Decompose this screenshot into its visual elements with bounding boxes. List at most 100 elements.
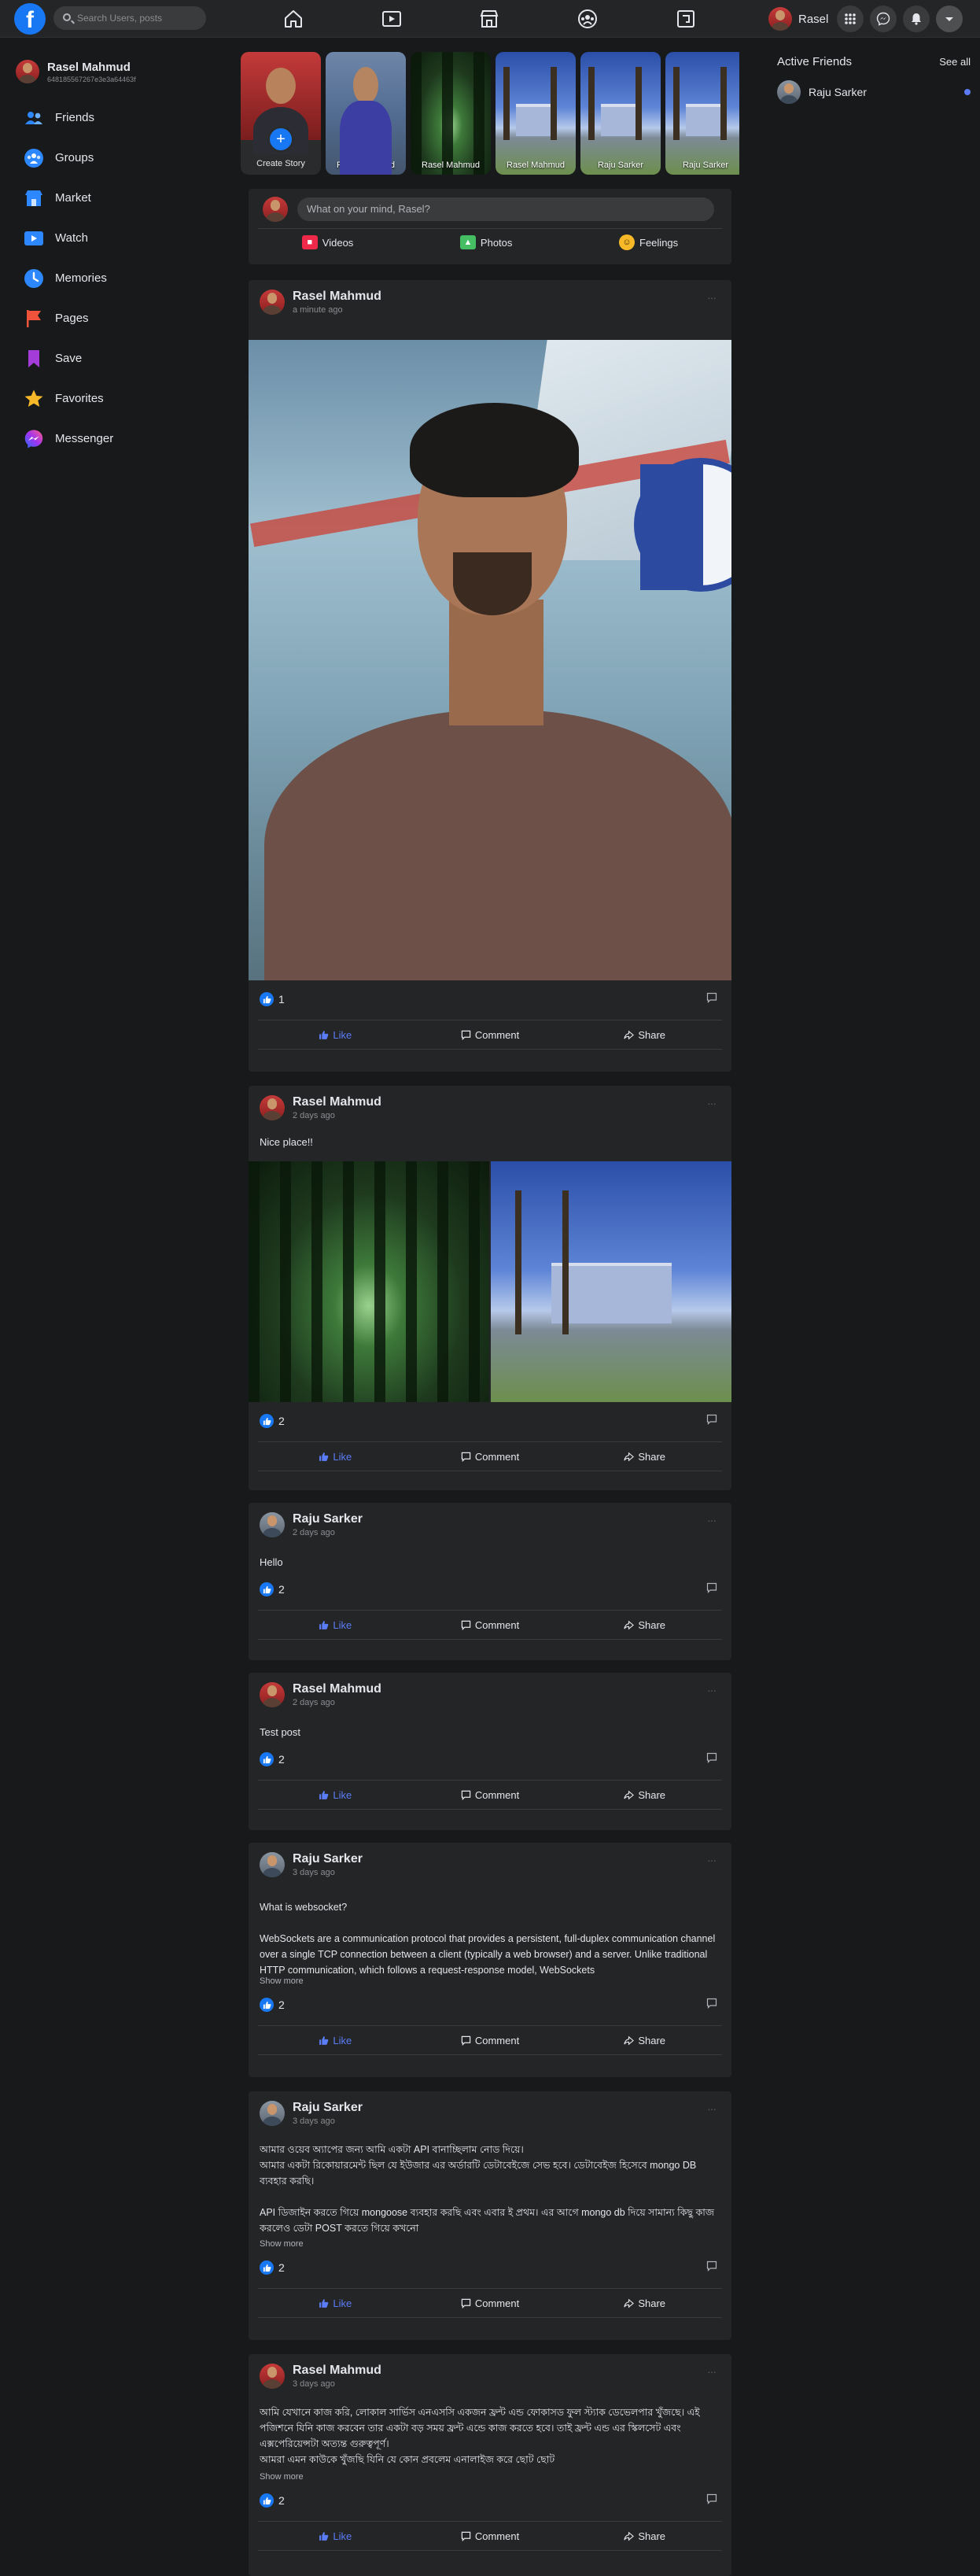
comment-count-icon[interactable] [706,2493,717,2508]
like-button[interactable]: Like [258,1781,413,1809]
avatar[interactable] [260,290,285,315]
feelings-button[interactable]: ☺ Feelings [619,234,678,250]
like-reaction-icon [260,1752,274,1766]
comment-count-icon[interactable] [706,992,717,1007]
photos-button[interactable]: ▲ Photos [459,234,512,250]
share-button[interactable]: Share [567,1442,722,1471]
post-author[interactable]: Raju Sarker [293,2101,363,2115]
see-all-link[interactable]: See all [939,56,971,68]
user-chip[interactable]: Rasel [768,6,828,32]
sidebar-item-save[interactable]: Save [16,338,220,378]
story-card[interactable]: Rasel Mahmud [326,52,406,175]
menu-grid-button[interactable] [837,6,864,32]
comment-button[interactable]: Comment [413,2289,568,2317]
sidebar-profile[interactable]: Rasel Mahmud 648185567267e3e3a64463f [16,60,220,83]
more-options-icon[interactable]: ··· [707,291,717,304]
comment-count-icon[interactable] [706,1414,717,1429]
sidebar-item-messenger[interactable]: Messenger [16,419,220,459]
more-options-icon[interactable]: ··· [707,1854,717,1866]
sidebar-item-groups[interactable]: Groups [16,138,220,178]
like-button[interactable]: Like [258,1442,413,1471]
post-card: Rasel Mahmud a minute ago ··· 1 Like Com… [249,280,731,1072]
like-count: 2 [278,1415,285,1427]
comment-count-icon[interactable] [706,2260,717,2275]
avatar[interactable] [260,1852,285,1877]
comment-button[interactable]: Comment [413,1611,568,1639]
share-button[interactable]: Share [567,2026,722,2054]
account-menu-button[interactable] [936,6,963,32]
composer-input[interactable]: What on your mind, Rasel? [297,197,714,221]
post-author[interactable]: Rasel Mahmud [293,290,381,304]
sidebar-item-favorites[interactable]: Favorites [16,378,220,419]
more-options-icon[interactable]: ··· [707,1097,717,1109]
comment-button[interactable]: Comment [413,1442,568,1471]
comment-count-icon[interactable] [706,1752,717,1767]
story-card[interactable]: Rasel Mahmud [496,52,576,175]
comment-count-icon[interactable] [706,1582,717,1597]
more-options-icon[interactable]: ··· [707,1684,717,1696]
more-options-icon[interactable]: ··· [707,1514,717,1526]
comment-button[interactable]: Comment [413,2026,568,2054]
comment-count-icon[interactable] [706,1998,717,2013]
post-photo-grid [249,1161,731,1402]
groups-nav-icon[interactable] [575,6,600,31]
share-button[interactable]: Share [567,1781,722,1809]
home-icon[interactable] [281,6,306,31]
avatar[interactable] [260,1095,285,1120]
show-more-link[interactable]: Show more [260,2472,304,2482]
share-button[interactable]: Share [567,1611,722,1639]
show-more-link[interactable]: Show more [260,1976,304,1986]
like-button[interactable]: Like [258,2522,413,2550]
like-button[interactable]: Like [258,2026,413,2054]
like-button[interactable]: Like [258,1020,413,1049]
comment-button[interactable]: Comment [413,2522,568,2550]
messenger-icon [876,12,890,26]
share-button[interactable]: Share [567,2289,722,2317]
share-button[interactable]: Share [567,2522,722,2550]
post-photo[interactable] [249,340,731,980]
sidebar-item-friends[interactable]: Friends [16,98,220,138]
more-options-icon[interactable]: ··· [707,2102,717,2115]
gaming-icon[interactable] [673,6,698,31]
notifications-button[interactable] [903,6,930,32]
post-author[interactable]: Rasel Mahmud [293,1095,381,1109]
post-author[interactable]: Rasel Mahmud [293,1682,381,1696]
comment-button[interactable]: Comment [413,1781,568,1809]
search-input[interactable] [77,6,199,30]
sidebar-item-watch[interactable]: Watch [16,218,220,258]
story-card[interactable]: Raju Sarker [580,52,661,175]
avatar[interactable] [260,2101,285,2126]
sidebar-item-pages[interactable]: Pages [16,298,220,338]
more-options-icon[interactable]: ··· [707,2365,717,2378]
videos-button[interactable]: ■ Videos [301,234,353,250]
show-more-link[interactable]: Show more [260,2239,304,2249]
watch-nav-icon[interactable] [379,6,404,31]
like-label: Like [333,2297,352,2309]
messenger-button[interactable] [870,6,897,32]
avatar[interactable] [260,1512,285,1537]
post-photo[interactable] [491,1161,731,1402]
sidebar-item-market[interactable]: Market [16,178,220,218]
avatar[interactable] [260,1682,285,1707]
story-card[interactable]: Raju Sarker [665,52,739,175]
share-button[interactable]: Share [567,1020,722,1049]
comment-button[interactable]: Comment [413,1020,568,1049]
search-box[interactable] [53,6,206,30]
sidebar-item-memories[interactable]: Memories [16,258,220,298]
post-author[interactable]: Raju Sarker [293,1852,363,1866]
facebook-logo-icon[interactable]: f [14,3,46,35]
right-sidebar: Active Friends See all Raju Sarker [777,52,971,104]
like-reaction-icon [260,992,274,1006]
post-author[interactable]: Raju Sarker [293,1512,363,1526]
like-button[interactable]: Like [258,1611,413,1639]
avatar[interactable] [260,2364,285,2389]
marketplace-icon[interactable] [477,6,502,31]
post-photo[interactable] [249,1161,489,1402]
like-button[interactable]: Like [258,2289,413,2317]
like-reaction-icon [260,1414,274,1428]
active-friend-item[interactable]: Raju Sarker [777,80,971,104]
story-card[interactable]: Rasel Mahmud [411,52,491,175]
post-author[interactable]: Rasel Mahmud [293,2364,381,2378]
create-story-card[interactable]: + Create Story [241,52,321,175]
post-time: 3 days ago [293,1868,335,1877]
